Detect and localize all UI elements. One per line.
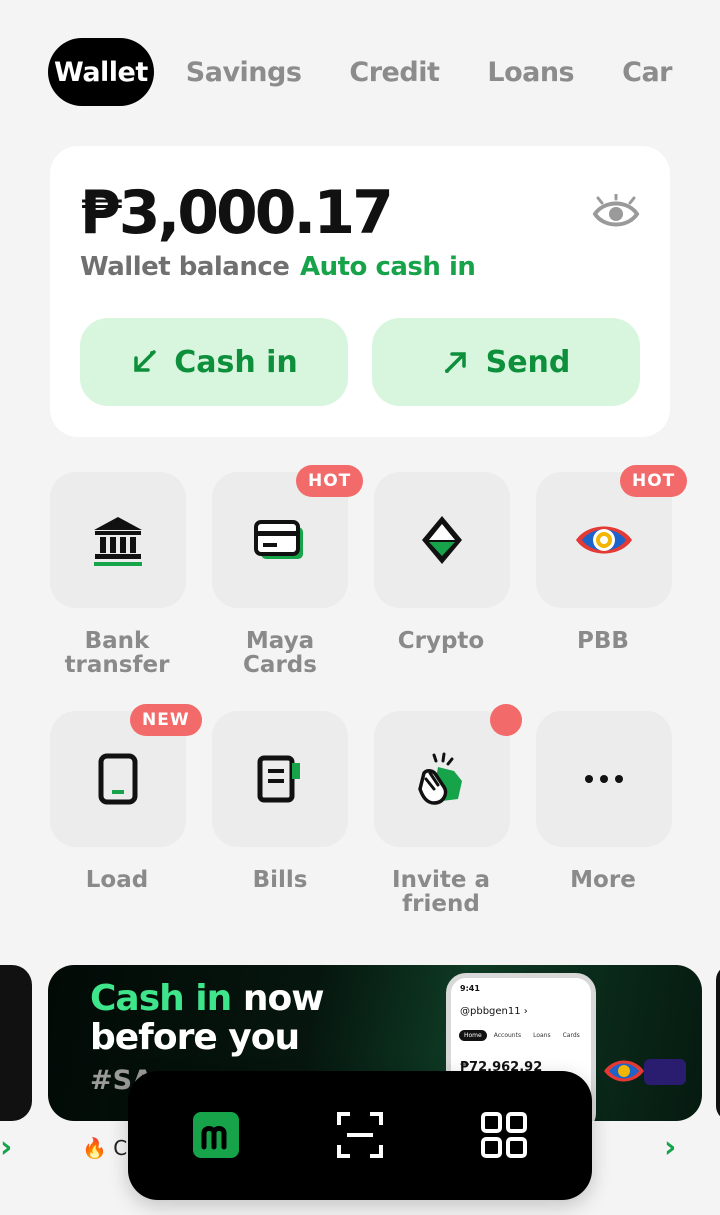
load-label: Load [85,867,149,893]
tab-savings[interactable]: Savings [186,57,302,88]
tab-credit[interactable]: Credit [349,57,439,88]
bank-transfer-label: Bank transfer [64,628,170,678]
send-label: Send [485,344,571,380]
crypto-tile[interactable] [374,472,510,608]
bills-label: Bills [252,867,308,893]
pbb-eye-icon [576,526,632,554]
scan-icon[interactable] [336,1111,384,1159]
account-tabs: Wallet Savings Credit Loans Car [48,38,720,106]
card-icon [254,520,303,559]
arrow-up-right-icon [444,352,466,373]
invite-friend-tile[interactable] [374,711,510,847]
new-badge: NEW [130,704,202,736]
cash-in-label: Cash in [174,344,298,380]
previous-banner[interactable] [0,965,32,1121]
apps-grid-icon[interactable] [480,1111,528,1159]
hot-badge: HOT [620,465,688,497]
bottom-nav [128,1071,592,1200]
bills-tile[interactable] [212,711,348,847]
crypto-diamond-icon [422,516,462,564]
next-banner[interactable] [716,965,720,1121]
send-button[interactable]: Send [372,318,640,406]
more-dots-icon [585,775,623,783]
banner-headline: Cash in now before you [90,978,324,1058]
bank-transfer-tile[interactable] [50,472,186,608]
eye-icon[interactable] [592,194,640,234]
pbb-logo-icon [604,1059,686,1085]
chevron-right-icon[interactable]: › [0,1130,12,1165]
arrow-down-left-icon [134,350,156,372]
wallet-balance-label: Wallet balance [80,252,290,282]
crypto-label: Crypto [397,628,485,654]
notification-dot [490,704,522,736]
tab-cards[interactable]: Car [622,57,672,88]
more-tile[interactable] [536,711,672,847]
cash-in-button[interactable]: Cash in [80,318,348,406]
hot-badge: HOT [296,465,364,497]
tab-loans[interactable]: Loans [487,57,574,88]
maya-cards-label: Maya Cards [243,628,317,678]
chevron-right-icon[interactable]: › [664,1130,676,1165]
pbb-label: PBB [577,628,629,654]
phone-icon [98,753,138,805]
invite-friend-label: Invite a friend [392,867,490,917]
bank-icon [94,517,142,566]
clapping-hands-icon [418,752,462,805]
balance-amount: ₱3,000.17 [80,178,394,248]
bills-icon [257,755,300,803]
more-label: More [570,867,636,893]
wallet-balance-card: ₱3,000.17 Wallet balance Auto cash in Ca… [50,146,670,437]
maya-home-icon[interactable] [192,1111,240,1159]
tab-wallet[interactable]: Wallet [48,38,154,106]
auto-cash-in-link[interactable]: Auto cash in [300,252,476,282]
